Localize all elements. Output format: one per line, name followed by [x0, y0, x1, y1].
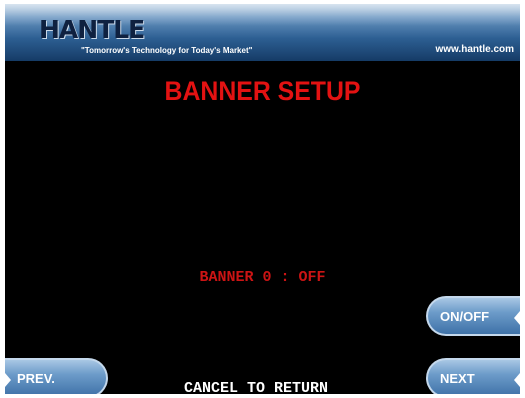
- hantle-logo: HANTLE: [39, 15, 145, 44]
- page-title: BANNER SETUP: [164, 76, 361, 106]
- tagline: "Tomorrow's Technology for Today's Marke…: [81, 46, 253, 55]
- prev-label: PREV.: [17, 370, 55, 386]
- arrow-right-icon: [514, 373, 520, 387]
- cancel-to-return-text: CANCEL TO RETURN: [184, 380, 329, 394]
- website-url: www.hantle.com: [435, 44, 514, 55]
- arrow-right-icon: [514, 311, 520, 325]
- next-label: NEXT: [440, 370, 475, 386]
- header-banner: HANTLE "Tomorrow's Technology for Today'…: [5, 4, 520, 61]
- banner-status: BANNER 0 : OFF: [199, 269, 326, 286]
- on-off-button[interactable]: ON/OFF: [426, 296, 520, 336]
- arrow-left-icon: [5, 373, 11, 387]
- on-off-label: ON/OFF: [440, 308, 490, 324]
- prev-button[interactable]: PREV.: [5, 358, 108, 394]
- next-button[interactable]: NEXT: [426, 358, 520, 394]
- atm-screen: HANTLE "Tomorrow's Technology for Today'…: [5, 4, 520, 394]
